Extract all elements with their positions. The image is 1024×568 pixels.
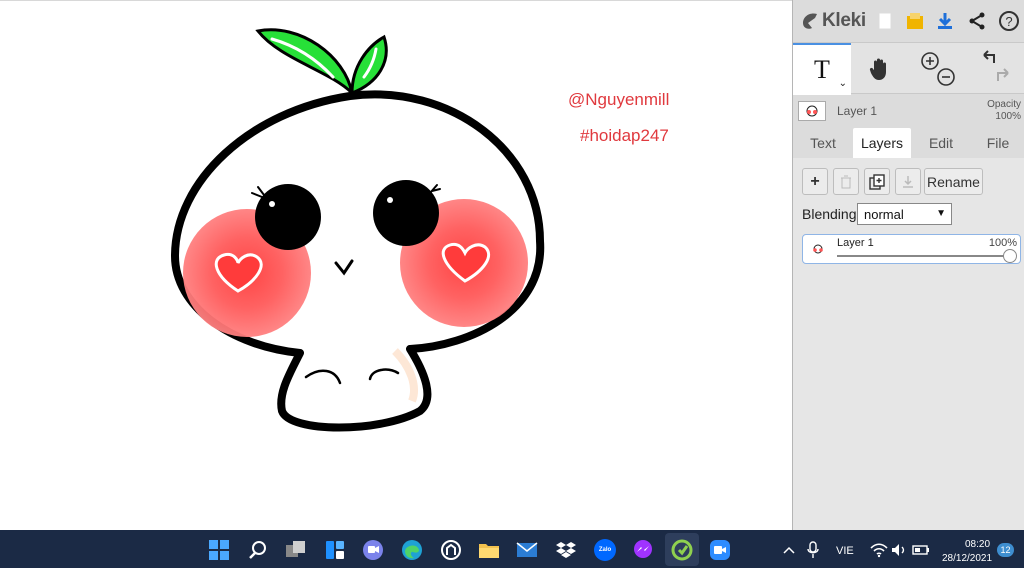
zoom-in-icon[interactable] — [921, 52, 939, 70]
trash-icon — [841, 175, 851, 188]
edge-browser-icon[interactable] — [401, 539, 423, 561]
volume-icon[interactable] — [888, 539, 910, 561]
mushroom-drawing — [171, 28, 545, 432]
zalo-icon[interactable]: Zalo — [594, 539, 616, 561]
download-icon[interactable] — [933, 10, 957, 32]
blending-value: normal — [864, 206, 904, 222]
save-icon[interactable] — [903, 10, 927, 32]
app-name[interactable]: Kleki — [822, 10, 866, 32]
panel-header: Kleki ? — [793, 0, 1024, 42]
layer-item-thumbnail — [808, 241, 828, 257]
leaf-right — [350, 34, 388, 96]
current-layer-name: Layer 1 — [837, 104, 878, 118]
search-icon[interactable] — [247, 539, 269, 561]
language-indicator[interactable]: VIE — [836, 545, 854, 557]
notification-count: 12 — [1000, 545, 1011, 555]
layers-tab-content: + Rename Blending normal ▼ Layer 1 100% — [793, 158, 1024, 530]
hand-tool-button[interactable] — [851, 43, 909, 95]
share-icon[interactable] — [965, 10, 989, 32]
layer-list-item[interactable]: Layer 1 100% — [802, 234, 1021, 264]
zoom-app-icon[interactable] — [709, 539, 731, 561]
zoom-controls — [909, 43, 967, 95]
tab-layers[interactable]: Layers — [853, 128, 911, 158]
chevron-up-icon[interactable] — [778, 539, 800, 561]
layer-opacity-slider[interactable] — [837, 255, 1009, 257]
mail-icon[interactable] — [516, 539, 538, 561]
zoom-out-icon[interactable] — [937, 68, 955, 86]
plus-icon: + — [810, 172, 820, 190]
hand-icon — [869, 58, 886, 80]
layer-thumbnail — [798, 101, 826, 121]
teams-chat-icon[interactable] — [362, 539, 384, 561]
duplicate-layer-button[interactable] — [864, 168, 890, 195]
tool-row: T ⌄ — [793, 42, 1024, 95]
kleki-app-icon[interactable] — [671, 539, 693, 561]
panel-tabs: Text Layers Edit File — [793, 128, 1024, 158]
battery-icon[interactable] — [910, 539, 932, 561]
kleki-logo-icon[interactable] — [799, 10, 821, 32]
watermark-tag: #hoidap247 — [580, 126, 669, 145]
help-icon[interactable]: ? — [997, 10, 1021, 32]
clock-time[interactable]: 08:20 — [965, 539, 990, 550]
app-window: @Nguyenmill #hoidap247 Kleki ? T ⌄ Layer… — [0, 0, 1024, 568]
side-panel: Kleki ? T ⌄ Layer 1 Opacity 100% Text La… — [792, 0, 1024, 530]
layer-item-name: Layer 1 — [837, 237, 874, 249]
blending-select[interactable]: normal ▼ — [857, 203, 952, 225]
wifi-icon[interactable] — [868, 539, 890, 561]
clock-date[interactable]: 28/12/2021 — [942, 553, 992, 564]
layer-item-opacity: 100% — [988, 237, 1017, 249]
merge-down-icon — [903, 175, 913, 188]
chevron-down-icon[interactable]: ⌄ — [839, 78, 847, 89]
start-menu-icon[interactable] — [208, 539, 230, 561]
drawing-canvas[interactable]: @Nguyenmill #hoidap247 — [0, 0, 792, 530]
undo-icon[interactable] — [983, 50, 995, 63]
widgets-icon[interactable] — [324, 539, 346, 561]
task-view-icon[interactable] — [285, 539, 307, 561]
tab-edit[interactable]: Edit — [911, 128, 971, 158]
layer-opacity-slider-handle[interactable] — [1003, 249, 1017, 263]
merge-down-button[interactable] — [895, 168, 921, 195]
add-layer-button[interactable]: + — [802, 168, 828, 195]
tab-text[interactable]: Text — [793, 128, 853, 158]
history-controls — [967, 43, 1024, 95]
text-tool-icon: T — [814, 55, 830, 84]
rename-layer-button[interactable]: Rename — [924, 168, 983, 195]
current-layer-opacity: Opacity 100% — [987, 99, 1021, 123]
zalo-label: Zalo — [598, 547, 612, 553]
microphone-icon[interactable] — [802, 539, 824, 561]
opacity-label: Opacity — [987, 99, 1021, 110]
duplicate-icon — [869, 173, 885, 190]
store-icon[interactable] — [440, 539, 462, 561]
messenger-icon[interactable] — [632, 539, 654, 561]
watermark-name: @Nguyenmill — [568, 90, 670, 109]
text-tool-button[interactable]: T ⌄ — [793, 43, 851, 95]
tab-file[interactable]: File — [971, 128, 1024, 158]
eye-right — [373, 180, 439, 246]
blending-label: Blending — [802, 206, 857, 222]
eye-left — [255, 184, 321, 250]
dropbox-icon[interactable] — [555, 539, 577, 561]
redo-icon[interactable] — [997, 68, 1009, 81]
new-image-icon[interactable] — [873, 10, 897, 32]
delete-layer-button[interactable] — [833, 168, 859, 195]
notification-badge[interactable]: 12 — [997, 543, 1014, 557]
file-explorer-icon[interactable] — [478, 539, 500, 561]
current-layer-info: Layer 1 Opacity 100% — [793, 96, 1024, 126]
chevron-down-icon: ▼ — [936, 208, 946, 219]
svg-text:?: ? — [1005, 14, 1012, 29]
opacity-value: 100% — [995, 111, 1021, 122]
